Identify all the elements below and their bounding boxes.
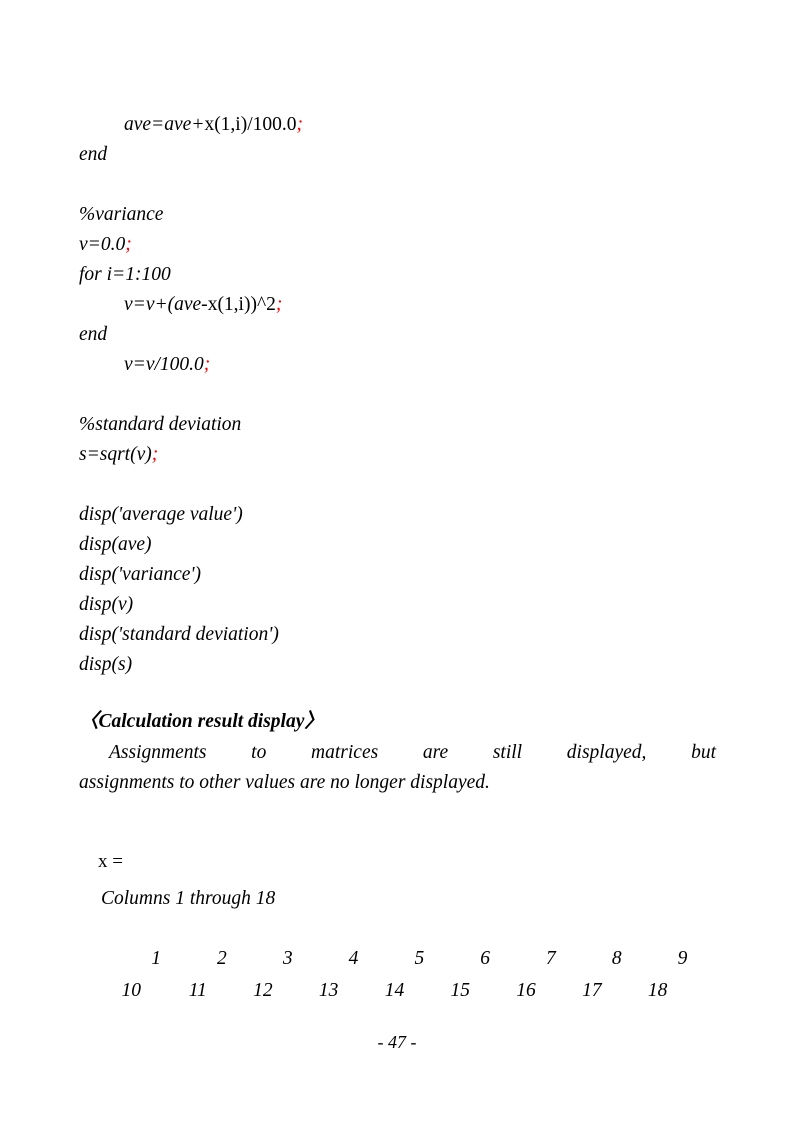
output-number-cell: 13 [318, 980, 339, 1001]
code-line: disp(ave) [79, 530, 719, 560]
output-number-cell: 17 [582, 980, 602, 1001]
code-token: end [79, 144, 108, 165]
paragraph-line-1-text: Assignments to matrices are still displa… [109, 742, 716, 763]
page-number: - 47 - [377, 1032, 417, 1052]
output-number-row: 10 11 12 13 14 15 16 17 18 [79, 980, 679, 1012]
code-line: s=sqrt(v); [79, 440, 719, 470]
code-line: %variance [79, 200, 719, 230]
output-number-cell: 2 [217, 948, 227, 969]
output-number-cell: 6 [480, 948, 490, 969]
code-token: v=0.0 [79, 234, 126, 255]
code-terminator: ; [275, 294, 283, 315]
code-token: (1,i)/100.0 [214, 114, 297, 135]
output-number-cell: 4 [348, 948, 359, 969]
code-token: %standard deviation [79, 414, 242, 435]
code-token: v=v/100.0 [124, 354, 204, 375]
code-token: disp('standard deviation') [79, 624, 279, 645]
code-token: disp('variance') [79, 564, 202, 585]
code-line: %standard deviation [79, 410, 719, 440]
output-columns-label: Columns 1 through 18 [101, 888, 276, 909]
code-terminator: ; [203, 354, 211, 375]
output-number-cell: 18 [647, 980, 668, 1001]
output-number-cell: 5 [414, 948, 425, 969]
code-token: disp(v) [79, 594, 134, 615]
code-line: end [79, 320, 719, 350]
output-variable-text: x = [98, 851, 123, 872]
code-line: for i=1:100 [79, 260, 719, 290]
output-number-cell: 16 [516, 980, 536, 1001]
code-token: v=v+(ave- [124, 294, 208, 315]
code-token: %variance [79, 204, 164, 225]
output-number-cell: 8 [611, 948, 622, 969]
code-terminator: ; [151, 444, 159, 465]
output-number-cell: 14 [384, 980, 405, 1001]
code-line: disp('average value') [79, 500, 719, 530]
paragraph-line-2: assignments to other values are no longe… [79, 772, 490, 793]
code-line: v=v+(ave-x(1,i))^2; [79, 290, 719, 320]
code-line: v=0.0; [79, 230, 719, 260]
code-line: end [79, 140, 719, 170]
code-token: x [207, 294, 218, 315]
code-line: disp('variance') [79, 560, 719, 590]
code-token: s=sqrt(v) [79, 444, 152, 465]
section-heading: 〈Calculation result display〉 [79, 711, 324, 732]
code-line: ave=ave+x(1,i)/100.0; [79, 110, 719, 140]
output-number-cell: 7 [546, 948, 556, 969]
output-number-cell: 11 [188, 980, 207, 1001]
code-token: disp('average value') [79, 504, 243, 525]
code-line: disp('standard deviation') [79, 620, 719, 650]
paragraph-line-1: Assignments to matrices are still displa… [79, 738, 716, 768]
output-number-row: 1 2 3 4 5 6 7 8 9 [79, 948, 687, 980]
output-variable-label: x = [79, 829, 123, 895]
output-number-cell: 12 [253, 980, 273, 1001]
output-number-cell: 1 [151, 948, 161, 969]
code-token: ave=ave+ [124, 114, 205, 135]
section-paragraph: Assignments to matrices are still displa… [79, 738, 716, 798]
output-number-grid: 1 2 3 4 5 6 7 8 9 10 11 12 13 14 15 16 17 18 [79, 948, 688, 1012]
code-line: v=v/100.0; [79, 350, 719, 380]
matlab-code-listing: ave=ave+x(1,i)/100.0; end %variance v=0.0;… [79, 110, 719, 680]
code-token: disp(s) [79, 654, 133, 675]
code-token: x [204, 114, 215, 135]
code-line: disp(v) [79, 590, 719, 620]
output-number-cell: 15 [450, 980, 471, 1001]
code-token: for i=1:100 [79, 264, 171, 285]
code-token: (1,i))^2 [217, 294, 276, 315]
code-line: disp(s) [79, 650, 719, 680]
code-token: disp(ave) [79, 534, 152, 555]
document-page: ave=ave+x(1,i)/100.0; end %variance v=0.0;… [0, 0, 794, 1123]
code-terminator: ; [125, 234, 132, 255]
output-number-cell: 9 [677, 948, 688, 969]
output-number-cell: 3 [282, 948, 293, 969]
code-token: end [79, 324, 108, 345]
output-number-cell: 10 [121, 980, 142, 1001]
code-terminator: ; [296, 114, 304, 135]
